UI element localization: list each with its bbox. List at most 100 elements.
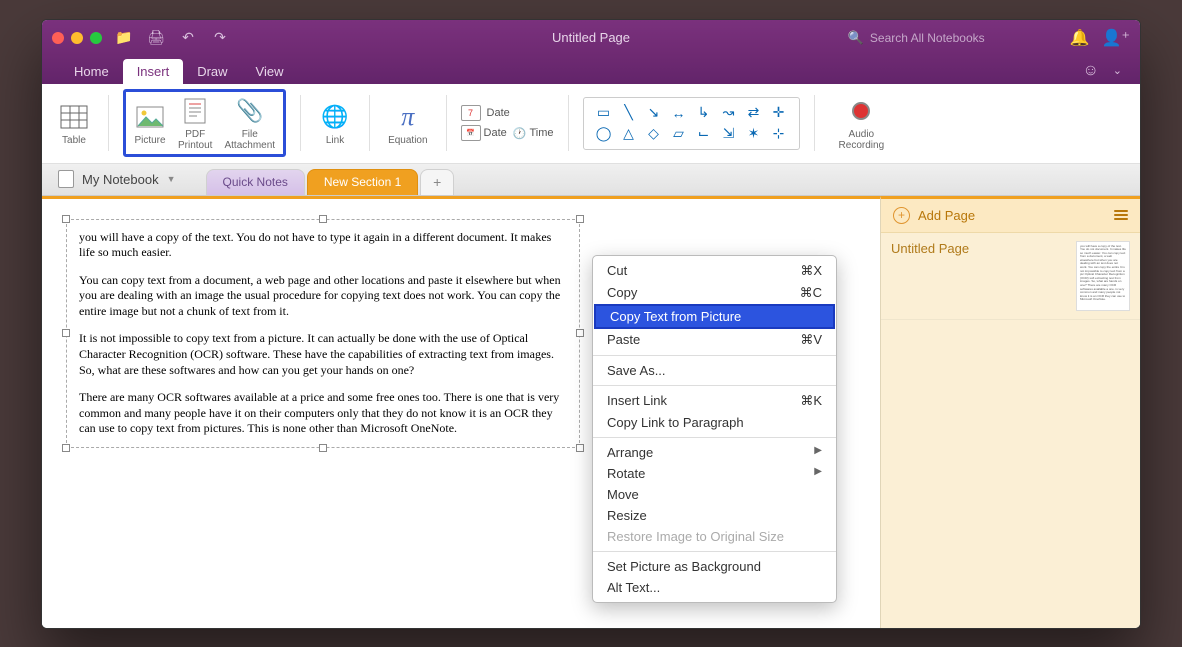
shape-axis-icon[interactable]: ✛: [773, 104, 785, 121]
chevron-down-icon[interactable]: ⌄: [1113, 64, 1122, 77]
shape-double-icon[interactable]: ⇄: [748, 104, 760, 121]
resize-handle-tl[interactable]: [62, 215, 70, 223]
ribbon-datetime-split[interactable]: 📅Date 🕐Time: [461, 125, 554, 141]
cm-resize[interactable]: Resize: [593, 505, 836, 526]
shape-diamond-icon[interactable]: ◇: [648, 125, 659, 142]
cm-move[interactable]: Move: [593, 484, 836, 505]
maximize-button[interactable]: [90, 32, 102, 44]
resize-handle-mr[interactable]: [576, 329, 584, 337]
ribbon-equation[interactable]: π Equation: [384, 88, 431, 159]
undo-icon[interactable]: ↶: [180, 30, 196, 46]
menubar: Home Insert Draw View ☺ ⌄: [42, 56, 1140, 84]
ribbon-pdf-printout[interactable]: PDF Printout: [176, 94, 214, 152]
notebook-icon: [58, 170, 74, 188]
paragraph-2: You can copy text from a document, a web…: [79, 273, 567, 320]
resize-handle-br[interactable]: [576, 444, 584, 452]
page-thumbnail: you will have a copy of the text. You do…: [1076, 241, 1130, 311]
redo-icon[interactable]: ↷: [212, 30, 228, 46]
selected-image-frame[interactable]: you will have a copy of the text. You do…: [66, 219, 580, 449]
equation-icon: π: [392, 101, 424, 133]
ribbon-shapes[interactable]: ▭ ╲ ↘ ↔ ↳ ↝ ⇄ ✛ ◯ △ ◇ ▱ ⌙ ⇲ ✶ ⊹: [583, 97, 800, 150]
close-button[interactable]: [52, 32, 64, 44]
submenu-arrow-icon: ▶: [814, 445, 822, 460]
shape-chart-icon[interactable]: ⌙: [698, 125, 710, 142]
ribbon-audio-recording[interactable]: Audio Recording: [829, 88, 895, 159]
menu-home[interactable]: Home: [60, 59, 123, 84]
open-icon[interactable]: 📁: [116, 30, 132, 46]
shape-2arrow-icon[interactable]: ↔: [672, 105, 686, 121]
resize-handle-tm[interactable]: [319, 215, 327, 223]
add-page-button[interactable]: + Add Page: [893, 207, 975, 224]
ribbon-file-attachment[interactable]: 📎 File Attachment: [222, 94, 277, 152]
search-placeholder: Search All Notebooks: [870, 31, 985, 45]
cm-copy[interactable]: Copy⌘C: [593, 282, 836, 304]
paragraph-4: There are many OCR softwares available a…: [79, 390, 567, 437]
cm-cut[interactable]: Cut⌘X: [593, 260, 836, 282]
paragraph-1: you will have a copy of the text. You do…: [79, 230, 567, 261]
shape-oval-icon[interactable]: ◯: [596, 125, 612, 142]
paperclip-icon: 📎: [234, 95, 266, 127]
search-box[interactable]: 🔍 Search All Notebooks: [848, 27, 1058, 49]
shape-rect-icon[interactable]: ▭: [597, 104, 610, 121]
notebook-dropdown[interactable]: My Notebook ▼: [48, 164, 186, 195]
table-icon: [58, 101, 90, 133]
resize-handle-bm[interactable]: [319, 444, 327, 452]
menu-insert[interactable]: Insert: [123, 59, 184, 84]
ribbon-table[interactable]: Table: [54, 88, 94, 159]
shape-3d-icon[interactable]: ⇲: [723, 125, 735, 142]
cm-rotate[interactable]: Rotate▶: [593, 463, 836, 484]
content-area: you will have a copy of the text. You do…: [42, 196, 1140, 628]
ribbon-insert-group-highlighted: Picture PDF Printout 📎 File Attachment: [123, 89, 286, 157]
window-title: Untitled Page: [552, 30, 630, 45]
shape-arrow-icon[interactable]: ↘: [648, 104, 660, 121]
calendar-small-icon: 📅: [461, 125, 481, 141]
shape-para-icon[interactable]: ▱: [673, 125, 684, 142]
record-icon: [845, 95, 877, 127]
resize-handle-ml[interactable]: [62, 329, 70, 337]
tab-add-section[interactable]: +: [420, 169, 454, 195]
picture-icon: [134, 101, 166, 133]
page-list-item[interactable]: Untitled Page you will have a copy of th…: [881, 233, 1140, 320]
shape-cross-icon[interactable]: ⊹: [773, 125, 785, 142]
menu-view[interactable]: View: [242, 59, 298, 84]
cm-insert-link[interactable]: Insert Link⌘K: [593, 390, 836, 412]
page-canvas[interactable]: you will have a copy of the text. You do…: [42, 196, 880, 628]
titlebar: 📁 🖨 ↶ ↷ Untitled Page 🔍 Search All Noteb…: [42, 20, 1140, 56]
shape-elbow-icon[interactable]: ↳: [698, 104, 710, 121]
smiley-icon[interactable]: ☺: [1082, 62, 1098, 80]
paragraph-3: It is not impossible to copy text from a…: [79, 331, 567, 378]
cm-alt-text[interactable]: Alt Text...: [593, 577, 836, 598]
cm-save-as[interactable]: Save As...: [593, 360, 836, 381]
ribbon-link[interactable]: 🌐 Link: [315, 88, 355, 159]
search-icon: 🔍: [848, 30, 864, 46]
menu-draw[interactable]: Draw: [183, 59, 241, 84]
ribbon-date[interactable]: 7Date: [461, 105, 554, 121]
list-view-icon[interactable]: [1114, 210, 1128, 220]
ribbon: Table Picture PDF Printout 📎 File Attach…: [42, 84, 1140, 164]
minimize-button[interactable]: [71, 32, 83, 44]
context-menu: Cut⌘X Copy⌘C Copy Text from Picture Past…: [592, 255, 837, 603]
cm-set-background[interactable]: Set Picture as Background: [593, 556, 836, 577]
shape-tri-icon[interactable]: △: [623, 125, 634, 142]
cm-paste[interactable]: Paste⌘V: [593, 329, 836, 351]
resize-handle-bl[interactable]: [62, 444, 70, 452]
link-icon: 🌐: [319, 101, 351, 133]
shape-line-icon[interactable]: ╲: [624, 104, 632, 121]
caret-down-icon: ▼: [167, 174, 176, 184]
shape-curve-icon[interactable]: ↝: [723, 104, 735, 121]
add-people-icon[interactable]: 👤⁺: [1102, 28, 1130, 48]
cm-arrange[interactable]: Arrange▶: [593, 442, 836, 463]
tab-new-section-1[interactable]: New Section 1: [307, 169, 418, 195]
cm-copy-text-from-picture[interactable]: Copy Text from Picture: [594, 304, 835, 329]
shape-star-icon[interactable]: ✶: [748, 125, 760, 142]
ribbon-picture[interactable]: Picture: [132, 94, 168, 152]
cm-copy-link-paragraph[interactable]: Copy Link to Paragraph: [593, 412, 836, 433]
pages-sidebar: + Add Page Untitled Page you will have a…: [880, 196, 1140, 628]
tab-quick-notes[interactable]: Quick Notes: [206, 169, 305, 195]
calendar-icon: 7: [461, 105, 481, 121]
resize-handle-tr[interactable]: [576, 215, 584, 223]
notifications-icon[interactable]: 🔔: [1070, 28, 1090, 48]
print-icon[interactable]: 🖨: [148, 30, 164, 46]
clock-icon: 🕐: [513, 127, 527, 140]
add-page-row: + Add Page: [881, 199, 1140, 233]
